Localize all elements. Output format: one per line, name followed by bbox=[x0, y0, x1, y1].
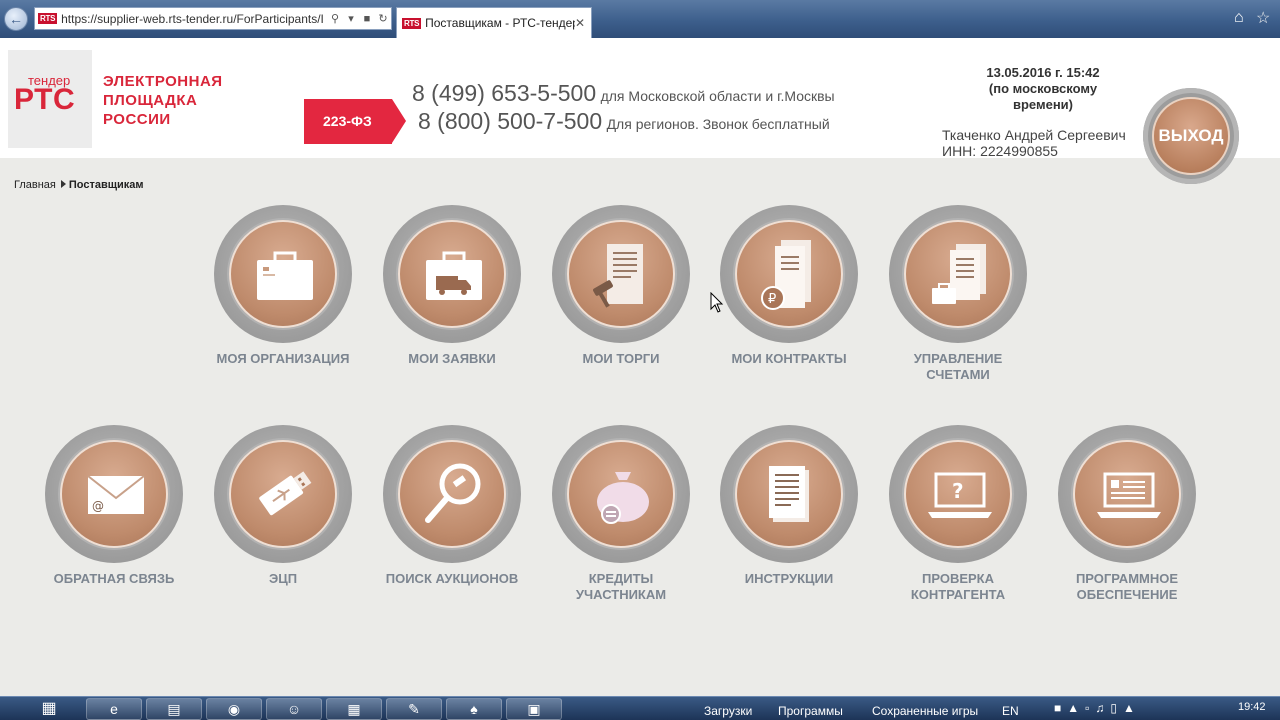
tab-favicon: RTS bbox=[402, 17, 422, 29]
phone-number-moscow: 8 (499) 653-5-500 bbox=[412, 80, 597, 106]
tile-my-auctions[interactable]: МОИ ТОРГИ bbox=[546, 205, 696, 395]
dropdown-icon[interactable]: ▾ bbox=[343, 12, 359, 25]
breadcrumb-current: Поставщикам bbox=[68, 179, 144, 191]
magnifier-icon bbox=[425, 463, 481, 523]
tile-label[interactable]: ЭЦП bbox=[208, 571, 358, 587]
ie-taskbar-icon[interactable]: e bbox=[86, 698, 142, 720]
tile-label[interactable]: ПРОВЕРКА КОНТРАГЕНТА bbox=[883, 571, 1033, 603]
tile-instructions[interactable]: ИНСТРУКЦИИ bbox=[714, 425, 864, 615]
search-icon[interactable]: ⚲ bbox=[327, 12, 343, 25]
toolbar-programs[interactable]: Программы bbox=[778, 704, 843, 718]
svg-text:@: @ bbox=[92, 499, 104, 513]
tile-my-contracts[interactable]: ₽ МОИ КОНТРАКТЫ bbox=[714, 205, 864, 395]
home-icon[interactable]: ⌂ bbox=[1234, 9, 1244, 27]
refresh-icon[interactable]: ↻ bbox=[375, 12, 391, 25]
ruble-document-icon: ₽ bbox=[761, 240, 811, 310]
tab-title[interactable]: Поставщикам - РТС-тендер bbox=[425, 16, 575, 30]
mouse-cursor-icon bbox=[710, 292, 724, 313]
svg-text:₽: ₽ bbox=[768, 292, 776, 307]
address-bar[interactable]: RTS https://supplier-web.rts-tender.ru/F… bbox=[34, 7, 392, 30]
laptop-software-icon bbox=[1097, 472, 1161, 518]
breadcrumb-separator-icon bbox=[60, 180, 66, 188]
toolbar-saved-games[interactable]: Сохраненные игры bbox=[872, 704, 978, 718]
datetime-value: 13.05.2016 г. 15:42 bbox=[986, 65, 1100, 80]
tile-software[interactable]: ПРОГРАММНОЕ ОБЕСПЕЧЕНИЕ bbox=[1052, 425, 1202, 615]
system-tray-icons[interactable]: ■▲▫♫▯▲ bbox=[1054, 701, 1141, 715]
tile-label[interactable]: МОИ ЗАЯВКИ bbox=[377, 351, 527, 367]
tile-label[interactable]: ПРОГРАММНОЕ ОБЕСПЕЧЕНИЕ bbox=[1052, 571, 1202, 603]
logout-label[interactable]: ВЫХОД bbox=[1152, 97, 1230, 175]
tile-feedback[interactable]: @ ОБРАТНАЯ СВЯЗЬ bbox=[39, 425, 189, 615]
tile-label[interactable]: КРЕДИТЫ УЧАСТНИКАМ bbox=[546, 571, 696, 603]
platform-name: ЭЛЕКТРОННАЯ ПЛОЩАДКА РОССИИ bbox=[103, 73, 223, 128]
phone-note-moscow: для Московской области и г.Москвы bbox=[600, 88, 835, 104]
phone-number-regions: 8 (800) 500-7-500 bbox=[418, 108, 603, 134]
logout-button[interactable]: ВЫХОД bbox=[1143, 88, 1239, 184]
tile-label[interactable]: УПРАВЛЕНИЕ СЧЕТАМИ bbox=[883, 351, 1033, 383]
laptop-question-icon: ? bbox=[928, 472, 992, 518]
game-taskbar-icon[interactable]: ♠ bbox=[446, 698, 502, 720]
site-header: тендер РТС ЭЛЕКТРОННАЯ ПЛОЩАДКА РОССИИ 2… bbox=[0, 38, 1280, 184]
account-documents-icon bbox=[932, 244, 986, 304]
tile-label[interactable]: МОЯ ОРГАНИЗАЦИЯ bbox=[208, 351, 358, 367]
truck-case-icon bbox=[426, 251, 482, 300]
tile-my-organization[interactable]: МОЯ ОРГАНИЗАЦИЯ bbox=[208, 205, 358, 395]
tile-label[interactable]: ПОИСК АУКЦИОНОВ bbox=[377, 571, 527, 587]
svg-text:?: ? bbox=[952, 479, 964, 503]
toolbar-saved-games-label[interactable]: Сохраненные игры bbox=[872, 704, 978, 718]
recorder-taskbar-icon[interactable]: ▣ bbox=[506, 698, 562, 720]
tile-label[interactable]: МОИ ТОРГИ bbox=[546, 351, 696, 367]
tile-label[interactable]: МОИ КОНТРАКТЫ bbox=[714, 351, 864, 367]
toolbar-downloads-label[interactable]: Загрузки bbox=[704, 704, 752, 718]
phone-note-regions: Для регионов. Звонок бесплатный bbox=[606, 116, 830, 132]
toolbar-programs-label[interactable]: Программы bbox=[778, 704, 843, 718]
toolbar-downloads[interactable]: Загрузки bbox=[704, 704, 752, 718]
user-name: Ткаченко Андрей Сергеевич bbox=[942, 127, 1126, 143]
taskbar-clock[interactable]: 19:42 bbox=[1238, 701, 1266, 713]
address-url[interactable]: https://supplier-web.rts-tender.ru/ForPa… bbox=[61, 12, 327, 26]
tile-my-applications[interactable]: МОИ ЗАЯВКИ bbox=[377, 205, 527, 395]
breadcrumb: Главная Поставщикам bbox=[14, 179, 144, 191]
site-favicon: RTS bbox=[38, 13, 58, 24]
logo[interactable]: РТС bbox=[14, 83, 75, 117]
money-bag-icon bbox=[597, 472, 649, 524]
chrome-taskbar-icon[interactable]: ◉ bbox=[206, 698, 262, 720]
phone-regions: 8 (800) 500-7-500 Для регионов. Звонок б… bbox=[418, 108, 830, 135]
breadcrumb-home[interactable]: Главная bbox=[14, 179, 56, 191]
start-button-icon[interactable]: ▦ bbox=[34, 699, 64, 719]
explorer-taskbar-icon[interactable]: ▤ bbox=[146, 698, 202, 720]
timezone-note: (по московскому времени) bbox=[988, 81, 1098, 112]
tile-label[interactable]: ИНСТРУКЦИИ bbox=[714, 571, 864, 587]
envelope-icon: @ bbox=[87, 475, 145, 514]
close-icon[interactable]: ✕ bbox=[575, 16, 591, 30]
documents-icon bbox=[769, 466, 809, 522]
tile-label[interactable]: ОБРАТНАЯ СВЯЗЬ bbox=[39, 571, 189, 587]
app-taskbar-icon[interactable]: ☺ bbox=[266, 698, 322, 720]
tile-counterparty-check[interactable]: ? ПРОВЕРКА КОНТРАГЕНТА bbox=[883, 425, 1033, 615]
server-datetime: 13.05.2016 г. 15:42 (по московскому врем… bbox=[976, 65, 1110, 113]
usb-key-icon bbox=[259, 471, 312, 516]
briefcase-icon bbox=[257, 251, 313, 300]
user-inn: ИНН: 2224990855 bbox=[942, 143, 1058, 159]
lock-icon[interactable]: ■ bbox=[359, 13, 375, 25]
law-223-badge[interactable]: 223-ФЗ bbox=[304, 99, 406, 144]
language-indicator[interactable]: EN bbox=[1002, 704, 1019, 718]
windows-taskbar: ▦ e ▤ ◉ ☺ ▦ ✎ ♠ ▣ Загрузки Программы Сох… bbox=[0, 696, 1280, 720]
phone-moscow: 8 (499) 653-5-500 для Московской области… bbox=[412, 80, 835, 107]
tile-participant-credits[interactable]: КРЕДИТЫ УЧАСТНИКАМ bbox=[546, 425, 696, 615]
back-button[interactable]: ← bbox=[4, 7, 28, 31]
browser-tab[interactable]: RTS Поставщикам - РТС-тендер ✕ bbox=[396, 7, 592, 38]
calculator-taskbar-icon[interactable]: ▦ bbox=[326, 698, 382, 720]
gavel-document-icon bbox=[593, 244, 643, 308]
tile-account-management[interactable]: УПРАВЛЕНИЕ СЧЕТАМИ bbox=[883, 205, 1033, 395]
tile-search-auctions[interactable]: ПОИСК АУКЦИОНОВ bbox=[377, 425, 527, 615]
browser-toolbar: ← RTS https://supplier-web.rts-tender.ru… bbox=[0, 0, 1280, 38]
notepad-taskbar-icon[interactable]: ✎ bbox=[386, 698, 442, 720]
favorites-star-icon[interactable]: ☆ bbox=[1256, 8, 1270, 28]
tile-digital-signature[interactable]: ЭЦП bbox=[208, 425, 358, 615]
